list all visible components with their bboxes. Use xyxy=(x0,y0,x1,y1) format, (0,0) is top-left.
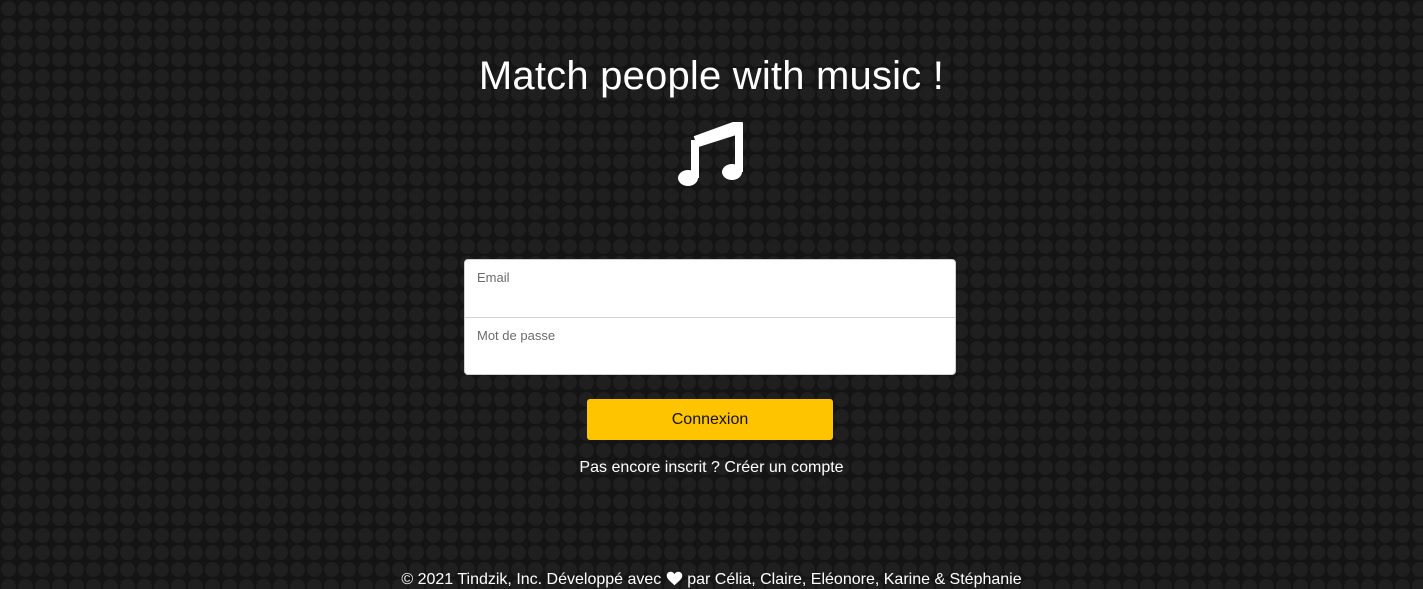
footer-authors: par Célia, Claire, Eléonore, Karine & St… xyxy=(687,571,1022,588)
signup-prompt-text: Pas encore inscrit ? xyxy=(579,459,720,476)
password-label: Mot de passe xyxy=(477,328,556,343)
footer-copyright: © 2021 Tindzik, Inc. Développé avec xyxy=(401,571,662,588)
password-field: Mot de passe xyxy=(465,317,955,374)
footer: © 2021 Tindzik, Inc. Développé avec par … xyxy=(0,571,1423,589)
music-note-icon xyxy=(678,122,743,186)
password-input[interactable] xyxy=(477,346,943,368)
email-field: Email xyxy=(465,260,955,317)
login-form: Email Mot de passe xyxy=(464,259,956,375)
email-input[interactable] xyxy=(477,288,943,310)
heart-icon xyxy=(666,571,683,586)
create-account-link[interactable]: Créer un compte xyxy=(724,459,843,476)
login-button[interactable]: Connexion xyxy=(587,399,833,440)
email-label: Email xyxy=(477,270,510,285)
login-page: { "header": { "title": "Match people wit… xyxy=(0,0,1423,589)
signup-prompt-line: Pas encore inscrit ? Créer un compte xyxy=(0,459,1423,477)
page-title: Match people with music ! xyxy=(478,54,945,98)
